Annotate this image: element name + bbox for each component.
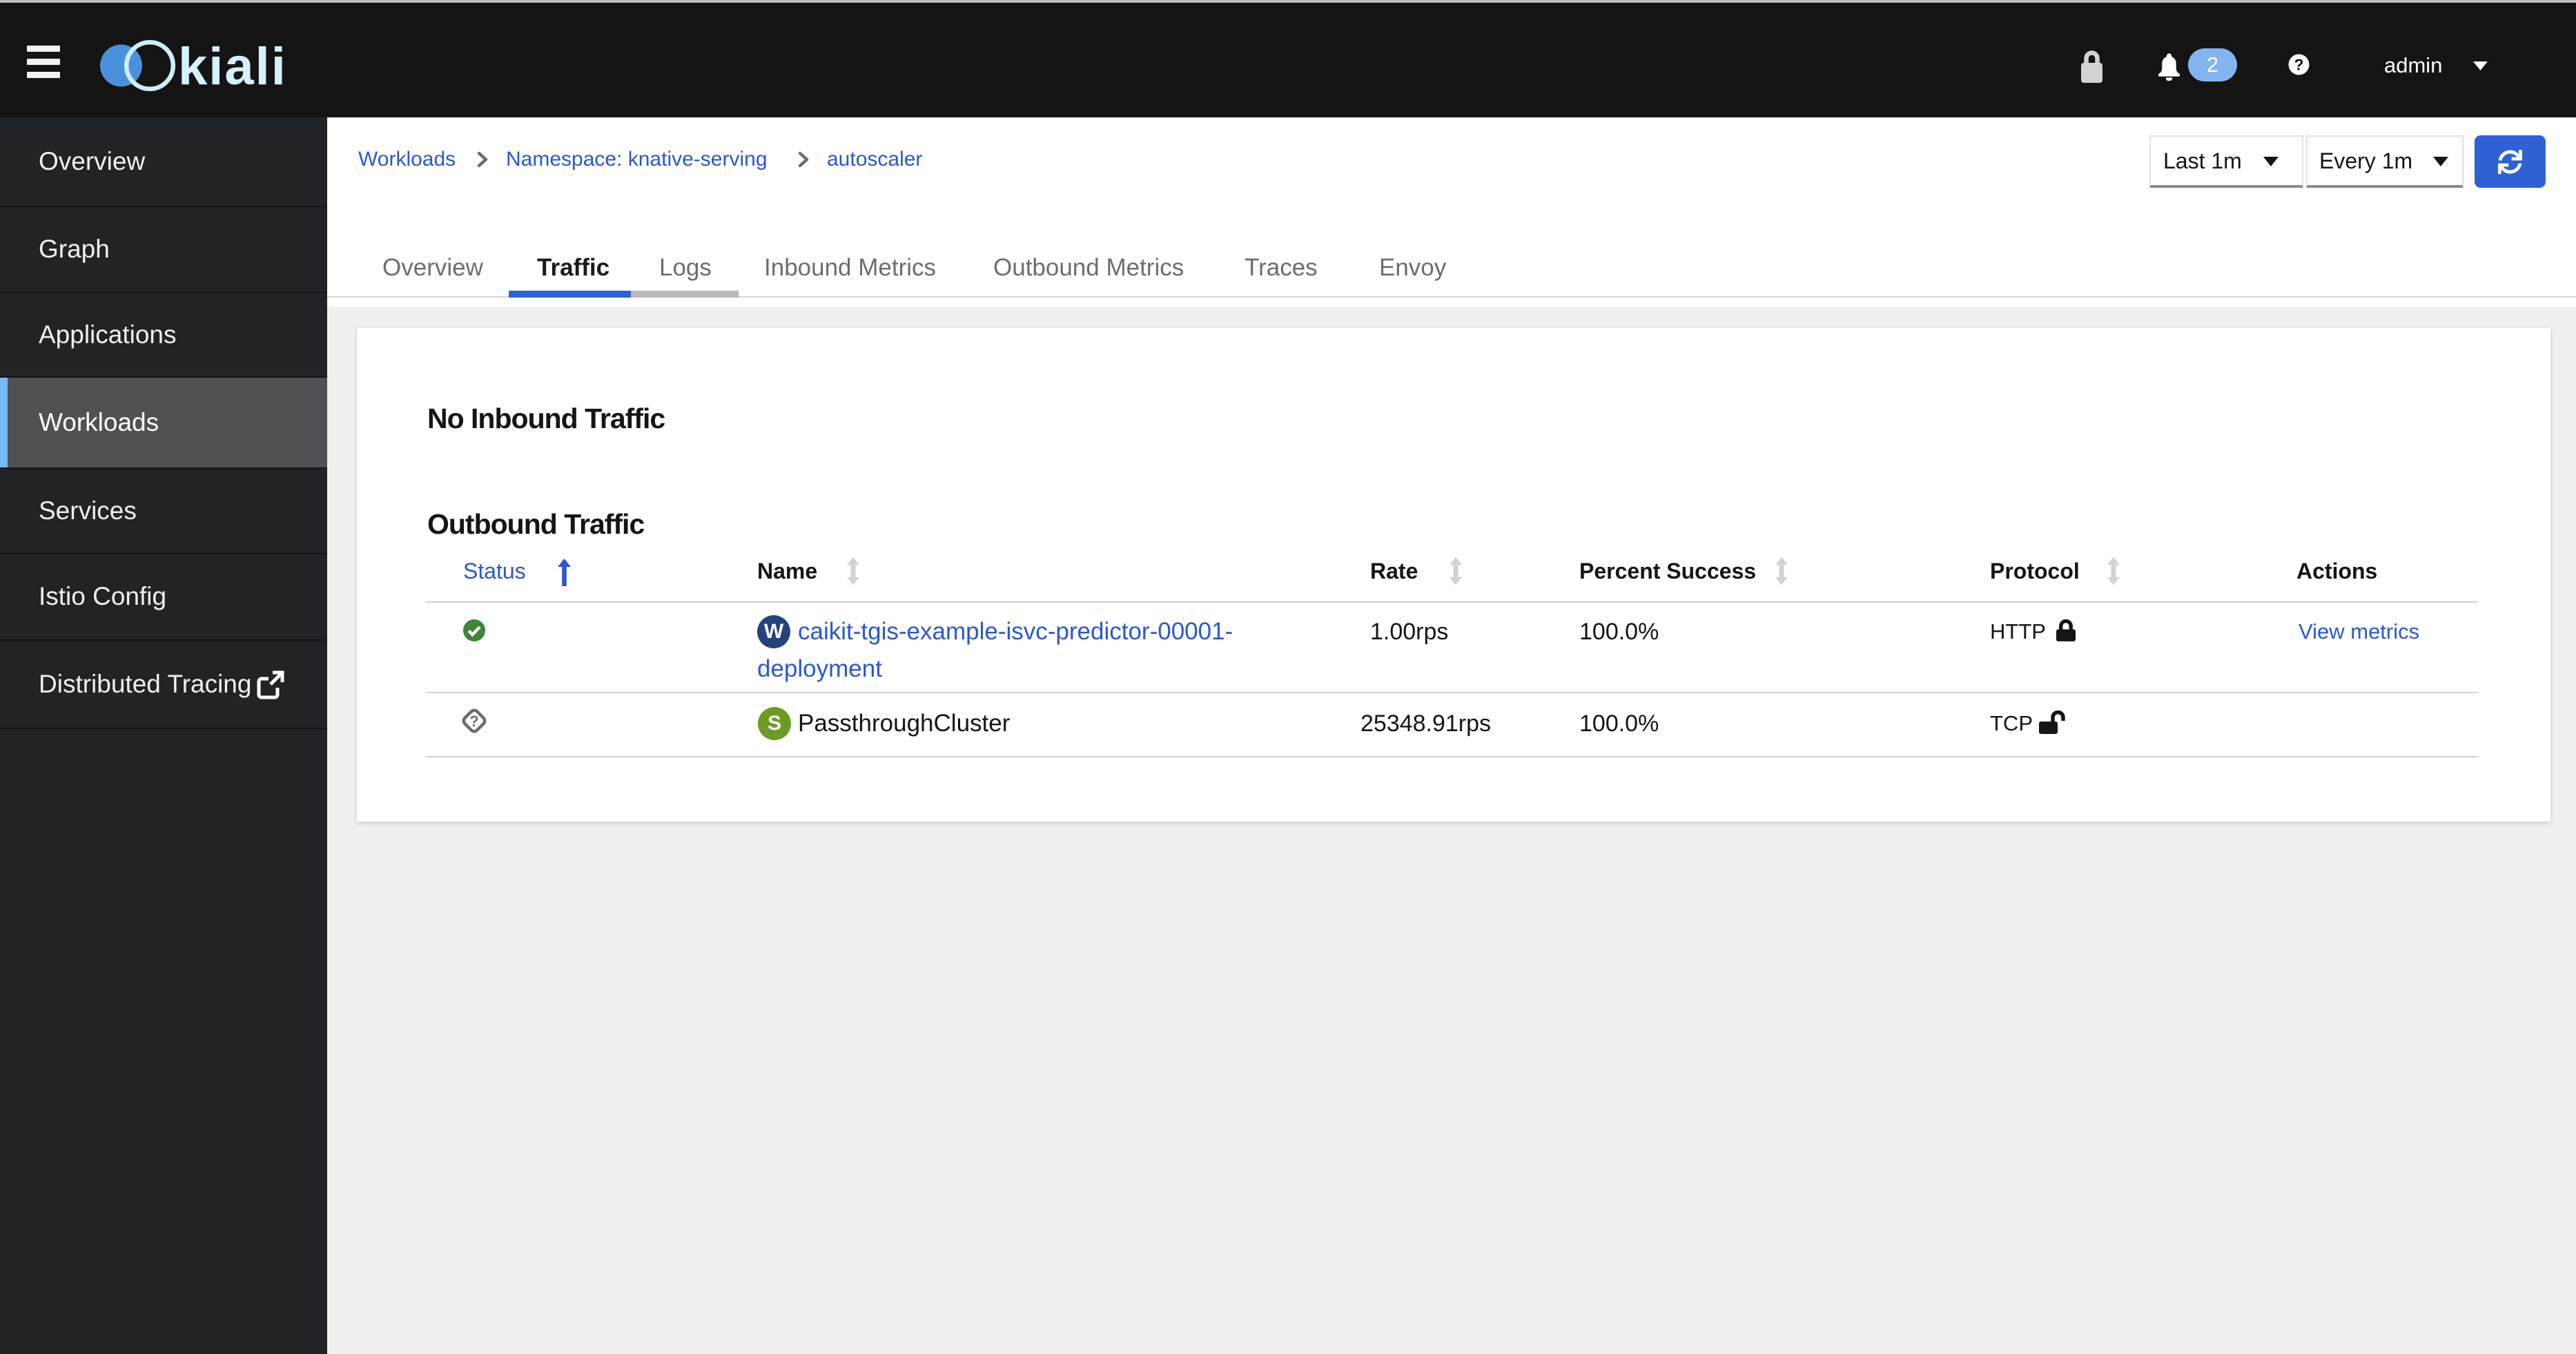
- svg-text:?: ?: [469, 713, 478, 730]
- svg-text:?: ?: [2294, 56, 2303, 74]
